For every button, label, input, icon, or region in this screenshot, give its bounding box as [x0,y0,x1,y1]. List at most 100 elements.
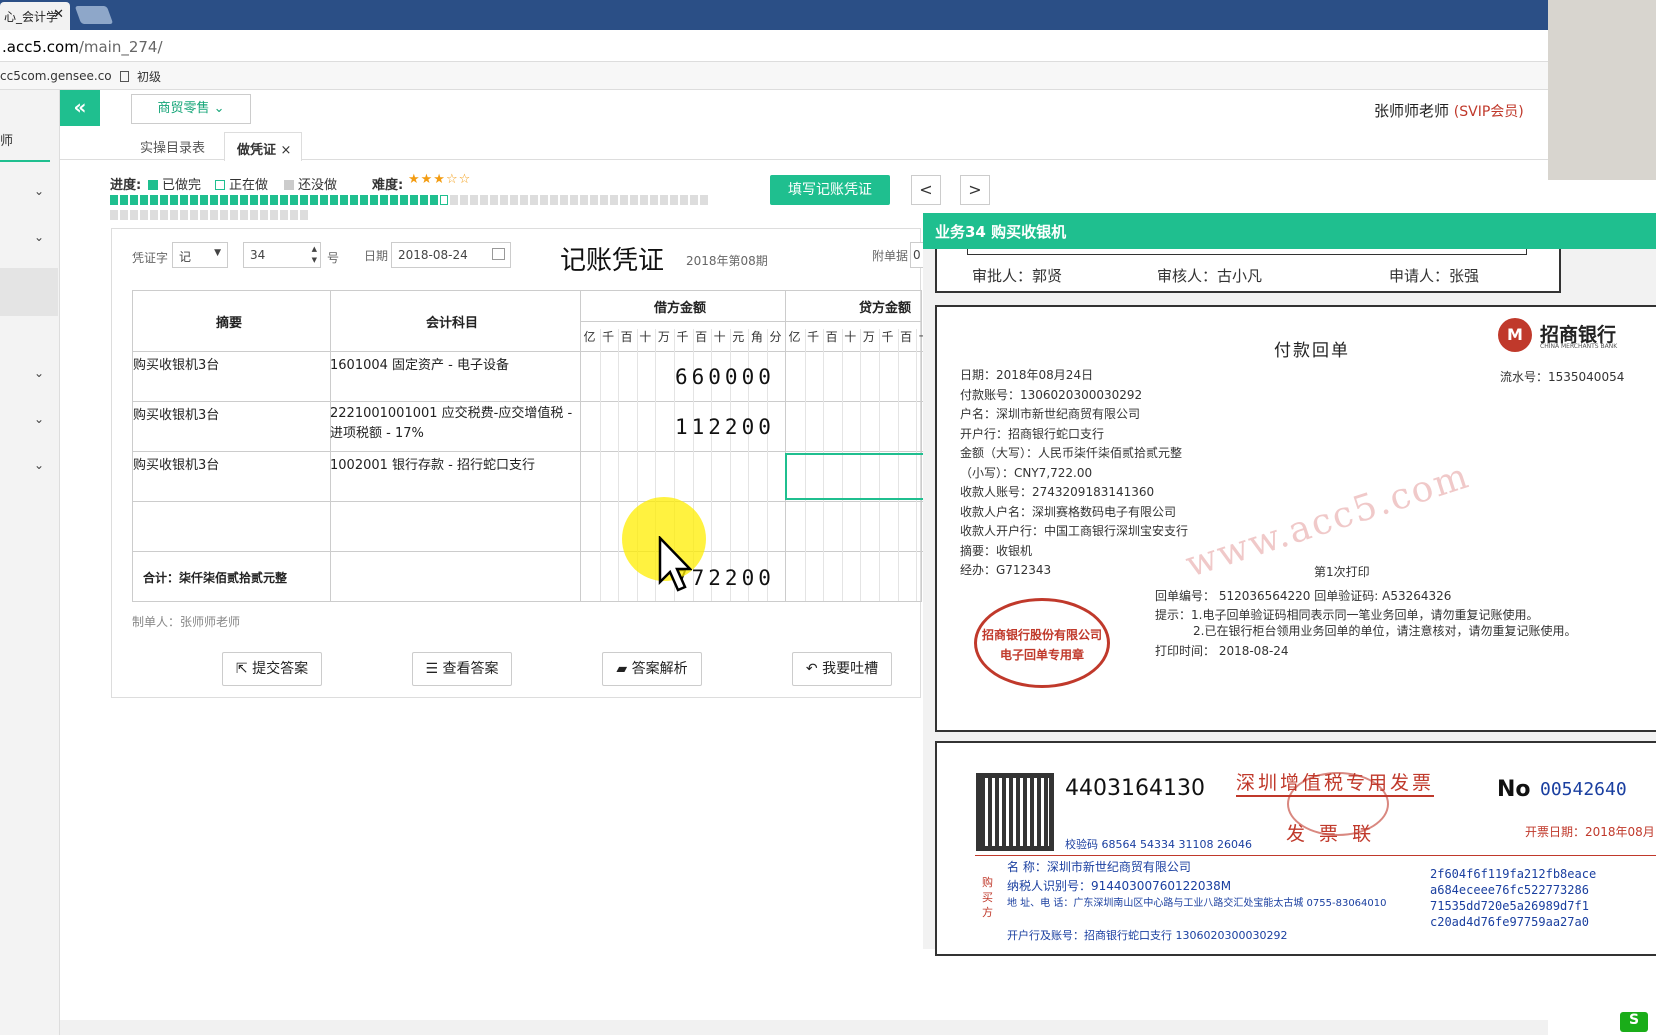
progress-step[interactable] [160,210,168,220]
row1-debit[interactable]: 660000 [675,365,775,389]
progress-step[interactable] [240,195,248,205]
progress-step[interactable] [130,210,138,220]
progress-step[interactable] [620,195,628,205]
progress-step[interactable] [300,195,308,205]
progress-step[interactable] [180,210,188,220]
browser-tab-new[interactable] [74,6,114,24]
collapse-sidebar-button[interactable]: « [60,90,100,126]
progress-step[interactable] [390,195,398,205]
progress-step[interactable] [210,210,218,220]
row1-summary[interactable]: 购买收银机3台 [133,354,219,373]
progress-step[interactable] [210,195,218,205]
progress-step[interactable] [450,195,458,205]
progress-step[interactable] [240,210,248,220]
progress-step[interactable] [600,195,608,205]
bookmark-chuji[interactable]: 初级 [120,68,161,85]
tab-close-icon[interactable]: × [281,143,292,158]
business-type-select[interactable]: 商贸零售 ⌄ [131,94,251,124]
stepper-icon[interactable]: ▲ ▼ [312,244,317,266]
progress-step[interactable] [110,195,118,205]
progress-step[interactable] [400,195,408,205]
progress-step[interactable] [330,195,338,205]
next-button[interactable]: > [960,175,990,205]
horizontal-scrollbar[interactable] [60,1020,1548,1035]
progress-step[interactable] [300,210,308,220]
progress-step[interactable] [610,195,618,205]
progress-step[interactable] [350,195,358,205]
progress-step[interactable] [140,195,148,205]
progress-step[interactable] [230,210,238,220]
progress-step[interactable] [650,195,658,205]
progress-step[interactable] [540,195,548,205]
progress-step[interactable] [270,210,278,220]
chevron-down-icon[interactable]: ⌄ [34,412,44,426]
progress-step[interactable] [420,195,428,205]
progress-step[interactable] [640,195,648,205]
progress-step[interactable] [580,195,588,205]
progress-step[interactable] [270,195,278,205]
progress-step[interactable] [460,195,468,205]
progress-step[interactable] [250,195,258,205]
progress-step[interactable] [220,210,228,220]
bookmark-gensee[interactable]: cc5com.gensee.co [0,69,112,83]
progress-step[interactable] [360,195,368,205]
progress-step[interactable] [180,195,188,205]
progress-step[interactable] [150,195,158,205]
progress-step[interactable] [110,210,118,220]
browser-tab-active[interactable]: 心_会计学 ✕ [0,2,70,30]
row2-account[interactable]: 2221001001001 应交税费-应交增值税 - 进项税额 - 17% [330,404,576,444]
progress-step[interactable] [630,195,638,205]
progress-step[interactable] [490,195,498,205]
tab-voucher[interactable]: 做凭证 × [224,132,302,161]
progress-step[interactable] [440,195,448,205]
fill-voucher-button[interactable]: 填写记账凭证 [770,175,890,205]
progress-step[interactable] [670,195,678,205]
tab-close-icon[interactable]: ✕ [53,7,64,22]
progress-step[interactable] [370,195,378,205]
row3-summary[interactable]: 购买收银机3台 [133,454,219,473]
progress-step[interactable] [320,195,328,205]
row3-account[interactable]: 1002001 银行存款 - 招行蛇口支行 [330,454,576,473]
progress-step[interactable] [190,210,198,220]
submit-answer-button[interactable]: ⇱ 提交答案 [222,652,322,686]
row2-debit[interactable]: 112200 [675,415,775,439]
progress-step[interactable] [410,195,418,205]
progress-step[interactable] [140,210,148,220]
progress-step[interactable] [690,195,698,205]
address-bar[interactable]: .acc5.com/main_274/ [0,30,1548,62]
progress-step[interactable] [290,195,298,205]
progress-step[interactable] [510,195,518,205]
progress-step[interactable] [530,195,538,205]
answer-analysis-button[interactable]: ▰ 答案解析 [602,652,702,686]
feedback-button[interactable]: ↶ 我要吐槽 [792,652,892,686]
chevron-down-icon[interactable]: ⌄ [34,366,44,380]
prev-button[interactable]: < [911,175,941,205]
progress-step[interactable] [190,195,198,205]
view-answer-button[interactable]: ☰ 查看答案 [412,652,512,686]
progress-step[interactable] [700,195,708,205]
progress-step[interactable] [590,195,598,205]
progress-step[interactable] [220,195,228,205]
progress-step[interactable] [430,195,438,205]
progress-step[interactable] [660,195,668,205]
chevron-down-icon[interactable]: ⌄ [34,230,44,244]
progress-step[interactable] [120,210,128,220]
progress-step[interactable] [560,195,568,205]
progress-step[interactable] [260,210,268,220]
progress-step[interactable] [160,195,168,205]
chevron-down-icon[interactable]: ⌄ [34,458,44,472]
sidebar-item-active[interactable] [0,268,58,316]
progress-step[interactable] [550,195,558,205]
row1-account[interactable]: 1601004 固定资产 - 电子设备 [330,354,576,373]
progress-step[interactable] [340,195,348,205]
progress-step[interactable] [200,195,208,205]
row3-credit-input[interactable] [785,453,925,500]
row2-summary[interactable]: 购买收银机3台 [133,404,219,423]
progress-step[interactable] [170,195,178,205]
progress-step[interactable] [380,195,388,205]
attach-input[interactable]: 0 [910,242,924,268]
progress-step[interactable] [250,210,258,220]
progress-step[interactable] [570,195,578,205]
progress-step[interactable] [120,195,128,205]
progress-step[interactable] [130,195,138,205]
